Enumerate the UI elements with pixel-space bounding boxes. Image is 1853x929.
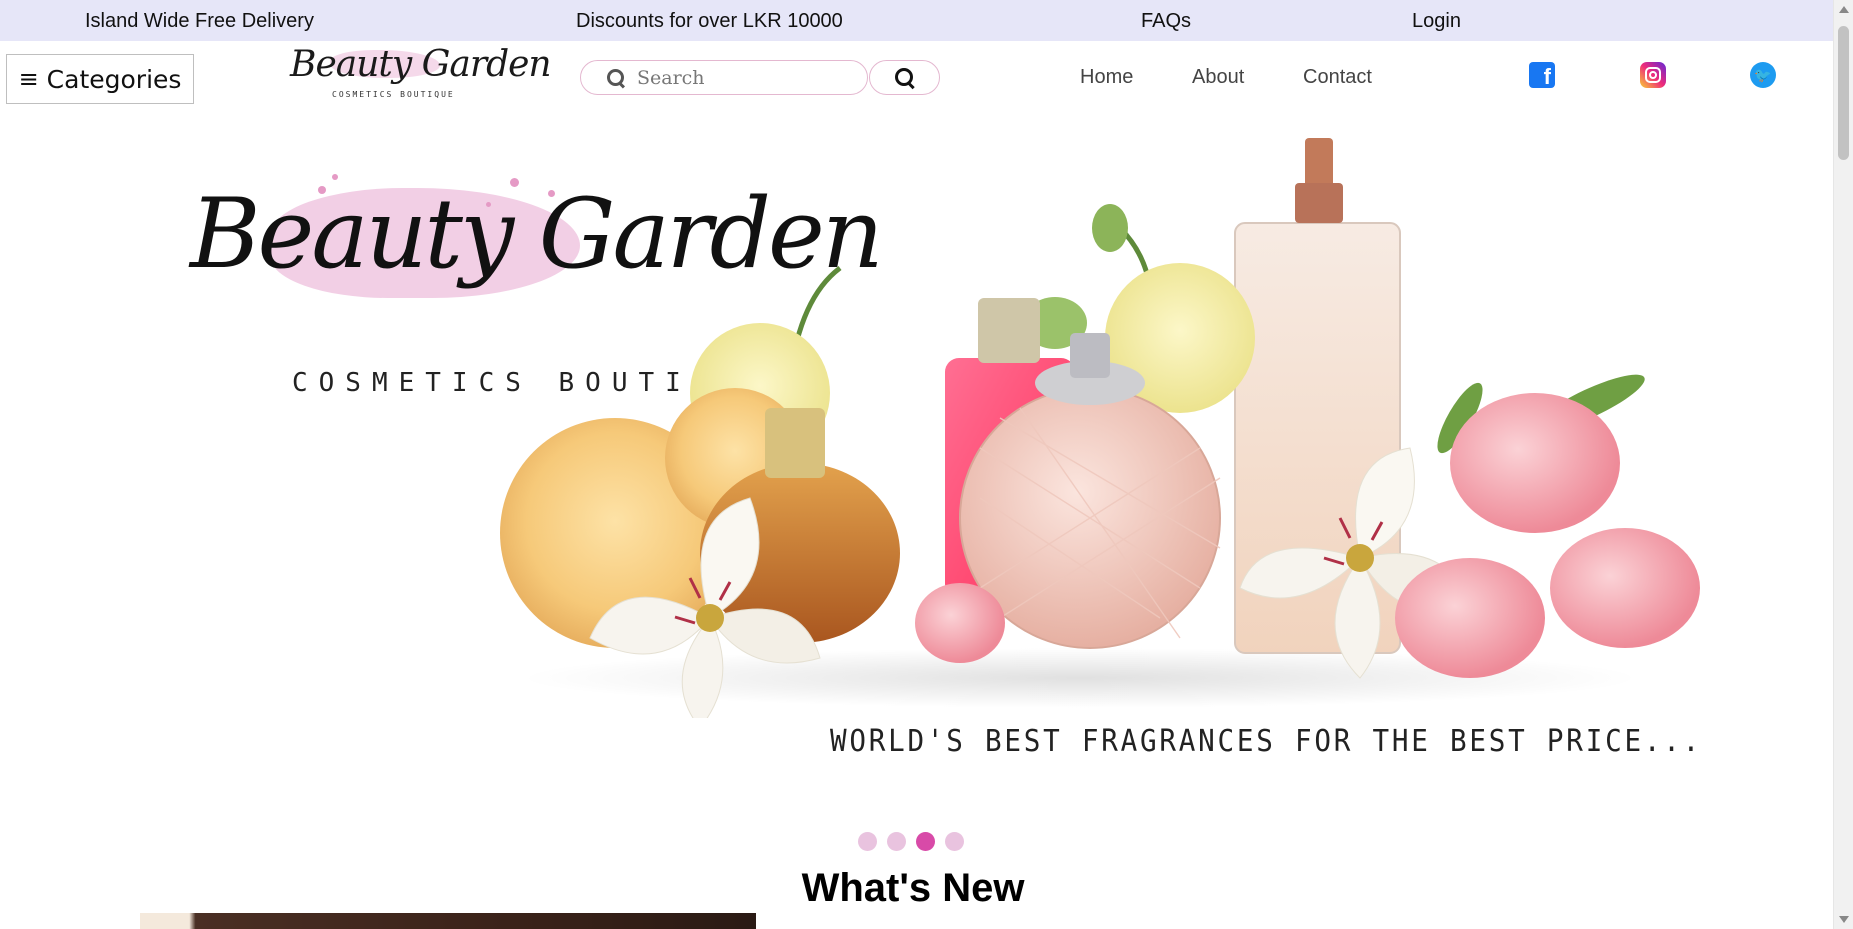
scroll-thumb[interactable]: [1838, 26, 1849, 160]
hamburger-icon: ≡: [18, 65, 39, 93]
instagram-icon[interactable]: [1640, 62, 1666, 88]
search-field[interactable]: [580, 60, 868, 95]
perfume-flowers-image: [500, 138, 1700, 718]
categories-button[interactable]: ≡ Categories: [6, 54, 194, 104]
announcement-bar: Island Wide Free Delivery Discounts for …: [0, 0, 1833, 41]
carousel-dot-active[interactable]: [916, 832, 935, 851]
nav-home-link[interactable]: Home: [1080, 66, 1133, 89]
search-icon: [894, 67, 915, 88]
carousel-dot[interactable]: [858, 832, 877, 851]
login-link[interactable]: Login: [1412, 10, 1461, 33]
facebook-icon[interactable]: f: [1529, 62, 1555, 88]
header-logo[interactable]: Beauty Garden COSMETICS BOUTIQUE: [290, 44, 552, 100]
search-input[interactable]: [637, 66, 837, 89]
carousel-dot[interactable]: [945, 832, 964, 851]
search-button[interactable]: [869, 60, 940, 95]
free-delivery-text: Island Wide Free Delivery: [85, 10, 314, 32]
nav-contact-link[interactable]: Contact: [1303, 66, 1372, 89]
header-logo-subtitle: COSMETICS BOUTIQUE: [332, 90, 455, 99]
categories-label: Categories: [46, 64, 182, 94]
hero-banner[interactable]: Beauty Garden COSMETICS BOUTIQUE WORLD'S…: [0, 118, 1833, 778]
header-logo-script: Beauty Garden: [290, 44, 552, 85]
carousel-indicators: [858, 832, 964, 851]
scroll-down-arrow-icon[interactable]: [1839, 916, 1849, 923]
twitter-icon[interactable]: 🐦: [1750, 62, 1776, 88]
discount-text: Discounts for over LKR 10000: [576, 10, 843, 32]
scroll-up-arrow-icon[interactable]: [1839, 6, 1849, 13]
hero-tagline: WORLD'S BEST FRAGRANCES FOR THE BEST PRI…: [830, 724, 1702, 759]
search-icon: [607, 68, 625, 87]
nav-about-link[interactable]: About: [1192, 66, 1244, 89]
vertical-scrollbar[interactable]: [1833, 0, 1853, 929]
product-image-preview[interactable]: [140, 913, 756, 929]
whats-new-heading: What's New: [801, 866, 1025, 910]
page: Island Wide Free Delivery Discounts for …: [0, 0, 1853, 929]
carousel-dot[interactable]: [887, 832, 906, 851]
faqs-link[interactable]: FAQs: [1141, 10, 1191, 33]
